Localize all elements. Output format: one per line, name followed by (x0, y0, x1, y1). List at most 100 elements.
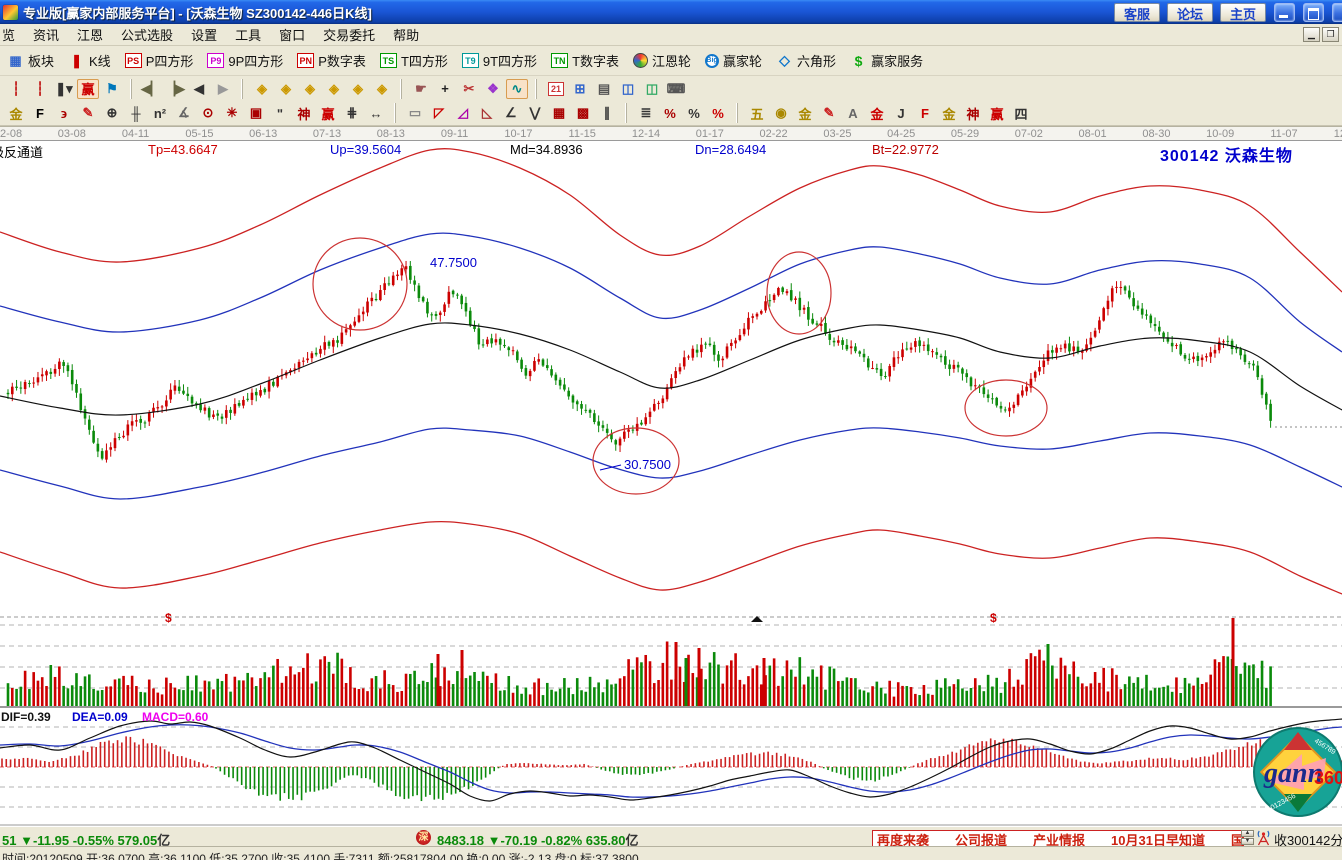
ticker-up-button[interactable]: ▲ (1241, 830, 1254, 837)
ruler-icon[interactable]: ⋕ (341, 103, 363, 123)
menu-item-5[interactable]: 工具 (226, 23, 270, 46)
menu-item-8[interactable]: 帮助 (384, 23, 428, 46)
shen-grid-icon[interactable]: 神 (293, 103, 315, 123)
box-burst-icon[interactable]: ▣ (245, 103, 267, 123)
diamond-cross-icon[interactable]: ◈ (323, 79, 345, 99)
pen-icon[interactable]: ✎ (77, 103, 99, 123)
five-line-icon[interactable]: 五 (746, 103, 768, 123)
mdi-restore-button[interactable]: ❐ (1322, 27, 1339, 42)
menu-item-2[interactable]: 江恩 (68, 23, 112, 46)
minimize-button[interactable] (1274, 3, 1295, 22)
device-icon[interactable]: ⌨ (665, 79, 687, 99)
period-dropdown-icon[interactable]: ❚▾ (53, 79, 75, 99)
menu-item-7[interactable]: 交易委托 (314, 23, 384, 46)
fan-box2-icon[interactable]: ◺ (476, 103, 498, 123)
crosshair-icon[interactable]: + (434, 79, 456, 99)
toolbar-item-t-table[interactable]: TNT数字表 (551, 51, 619, 70)
customer-service-button[interactable]: 客服 (1114, 3, 1160, 22)
gold-grid-icon[interactable]: 金 (5, 103, 27, 123)
toolbar-item-9p-square[interactable]: P99P四方形 (207, 51, 283, 70)
kline-9-icon[interactable]: ┆ (29, 79, 51, 99)
grid-red-icon[interactable]: ▦ (548, 103, 570, 123)
yingjia-icon[interactable]: 赢 (77, 79, 99, 99)
gold-line-icon[interactable]: 金 (794, 103, 816, 123)
hand-tool-icon[interactable]: ☛ (410, 79, 432, 99)
ying-angle-icon[interactable]: 赢 (986, 103, 1008, 123)
square-number-icon[interactable]: n² (149, 103, 171, 123)
rect-tool-icon[interactable]: ▭ (404, 103, 426, 123)
j-angle-icon[interactable]: J (890, 103, 912, 123)
save-icon[interactable]: ◫ (617, 79, 639, 99)
home-button[interactable]: 主页 (1220, 3, 1266, 22)
pin-line-icon[interactable]: ✎ (818, 103, 840, 123)
forum-button[interactable]: 论坛 (1167, 3, 1213, 22)
circle-gold-icon[interactable]: ◉ (770, 103, 792, 123)
v-line-icon[interactable]: ⋁ (524, 103, 546, 123)
last-page-icon[interactable]: ▕▶ (164, 79, 186, 99)
prev-icon[interactable]: ◀ (188, 79, 210, 99)
target-icon[interactable]: ⊙ (197, 103, 219, 123)
toolbar-item-service[interactable]: $赢家服务 (850, 51, 923, 70)
parallel-icon[interactable]: ∥ (596, 103, 618, 123)
starburst-icon[interactable]: ✳ (221, 103, 243, 123)
f-angle-icon[interactable]: F (914, 103, 936, 123)
angle-icon[interactable]: ∡ (173, 103, 195, 123)
mdi-minimize-button[interactable]: ▁ (1303, 27, 1320, 42)
percent-red-icon[interactable]: % (707, 103, 729, 123)
next-icon[interactable]: ▶ (212, 79, 234, 99)
toolbar-item-p-square[interactable]: PSP四方形 (125, 51, 194, 70)
toolbar-item-p-table[interactable]: PNP数字表 (297, 51, 366, 70)
first-page-icon[interactable]: ◀▏ (140, 79, 162, 99)
calendar-icon[interactable]: 21 (548, 82, 564, 96)
ornament-icon[interactable]: ❖ (482, 79, 504, 99)
diamond-v-icon[interactable]: ◈ (347, 79, 369, 99)
ticker-down-button[interactable]: ▼ (1241, 838, 1254, 845)
menu-item-0[interactable]: 览 (0, 23, 24, 46)
ying-grid-icon[interactable]: 赢 (317, 103, 339, 123)
toolbar-item-label: T四方形 (401, 51, 448, 70)
bars-icon[interactable]: ≣ (635, 103, 657, 123)
close-button[interactable] (1332, 3, 1342, 22)
gann-fan-icon[interactable]: ◸ (428, 103, 450, 123)
save-web-icon[interactable]: ◫ (641, 79, 663, 99)
fan-box-icon[interactable]: ◿ (452, 103, 474, 123)
notebook-icon[interactable]: ▤ (593, 79, 615, 99)
toolbar-item-bankuai[interactable]: ▦板块 (7, 51, 54, 70)
gold-red-icon[interactable]: 金 (866, 103, 888, 123)
marks-icon[interactable]: ʺ (269, 103, 291, 123)
diamond-left-icon[interactable]: ◈ (251, 79, 273, 99)
toolbar-item-kline[interactable]: ❚K线 (68, 51, 111, 70)
diamond-h-icon[interactable]: ◈ (299, 79, 321, 99)
h-arrows-icon[interactable]: ↔ (365, 103, 387, 123)
comb-icon[interactable]: ╫ (125, 103, 147, 123)
toolbar-item-hexagon[interactable]: ◇六角形 (776, 51, 836, 70)
angle-line-icon[interactable]: ∠ (500, 103, 522, 123)
toolbar-item-gann-wheel[interactable]: 江恩轮 (633, 51, 691, 70)
kline-3-icon[interactable]: ┆ (5, 79, 27, 99)
percent-line-icon[interactable]: % (659, 103, 681, 123)
menu-item-1[interactable]: 资讯 (24, 23, 68, 46)
menu-item-6[interactable]: 窗口 (270, 23, 314, 46)
diamond-all-icon[interactable]: ◈ (371, 79, 393, 99)
diamond-right-icon[interactable]: ◈ (275, 79, 297, 99)
toolbar-item-9t-square[interactable]: T99T四方形 (462, 51, 537, 70)
scissors-icon[interactable]: ✂ (458, 79, 480, 99)
si-angle-icon[interactable]: 四 (1010, 103, 1032, 123)
menu-item-3[interactable]: 公式选股 (112, 23, 182, 46)
shen-angle-icon[interactable]: 神 (962, 103, 984, 123)
circle-cross-icon[interactable]: ⊕ (101, 103, 123, 123)
gold-angle-icon[interactable]: 金 (938, 103, 960, 123)
toolbar-item-yingjia-wheel[interactable]: Big赢家轮 (705, 51, 762, 70)
sort-flag-icon[interactable]: ⚑ (101, 79, 123, 99)
calculator-icon[interactable]: ⊞ (569, 79, 591, 99)
f-tool-icon[interactable]: F (29, 103, 51, 123)
grid-red2-icon[interactable]: ▩ (572, 103, 594, 123)
percent-icon[interactable]: % (683, 103, 705, 123)
wave-icon[interactable]: ∿ (506, 79, 528, 99)
spiral-icon[interactable]: ϶ (53, 103, 75, 123)
toolbar-item-label: T数字表 (572, 51, 619, 70)
menu-item-4[interactable]: 设置 (182, 23, 226, 46)
restore-button[interactable] (1303, 3, 1324, 22)
toolbar-item-t-square[interactable]: TST四方形 (380, 51, 448, 70)
a-line-icon[interactable]: A (842, 103, 864, 123)
